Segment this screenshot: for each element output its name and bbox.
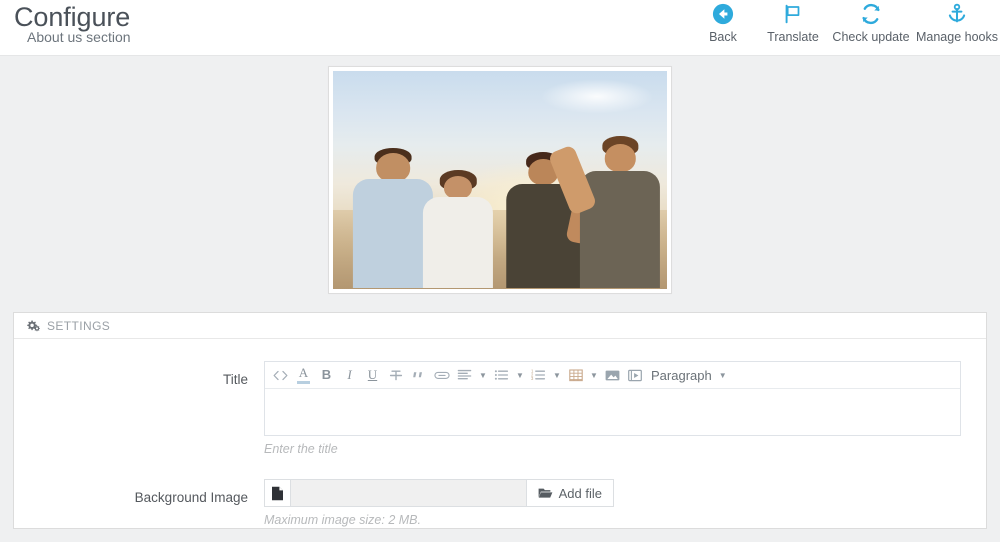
add-file-button[interactable]: Add file [527, 479, 614, 507]
header-titles: Configure About us section [14, 2, 131, 45]
editor-toolbar: A B I U [265, 362, 960, 389]
add-file-button-label: Add file [559, 486, 602, 501]
insert-video-icon[interactable] [624, 364, 647, 387]
unordered-list-dropdown-caret-icon[interactable]: ▼ [513, 364, 527, 387]
page-subtitle: About us section [27, 29, 131, 45]
title-field-label: Title [14, 361, 264, 388]
toolbar-button-manage-hooks[interactable]: Manage hooks [914, 0, 1000, 44]
photo-cloud [540, 79, 654, 114]
unordered-list-icon[interactable] [490, 364, 513, 387]
settings-panel-header: SETTINGS [14, 313, 986, 339]
folder-open-icon [538, 487, 553, 499]
header-toolbar: Back Translate Check update [688, 0, 1000, 44]
settings-panel: SETTINGS Title [13, 312, 987, 529]
toolbar-button-back[interactable]: Back [688, 0, 758, 44]
paragraph-dropdown-caret-icon[interactable]: ▼ [716, 364, 730, 387]
page-title: Configure [14, 2, 131, 32]
background-image-file-input[interactable] [290, 479, 527, 507]
page-header: Configure About us section Back Translat… [0, 0, 1000, 56]
strikethrough-icon[interactable] [384, 364, 407, 387]
text-color-icon[interactable]: A [292, 364, 315, 387]
anchor-icon [914, 1, 1000, 27]
bold-icon[interactable]: B [315, 364, 338, 387]
hero-image-frame [328, 66, 672, 294]
form-row-title: Title A [14, 361, 986, 457]
toolbar-label-manage-hooks: Manage hooks [914, 30, 1000, 44]
toolbar-label-check-update: Check update [828, 30, 914, 44]
toolbar-button-translate[interactable]: Translate [758, 0, 828, 44]
background-image-label: Background Image [14, 479, 264, 506]
source-code-icon[interactable] [269, 364, 292, 387]
cogs-icon [26, 320, 40, 332]
settings-panel-body: Title A [14, 339, 986, 528]
blockquote-icon[interactable] [407, 364, 430, 387]
table-dropdown-caret-icon[interactable]: ▼ [587, 364, 601, 387]
title-editor-content[interactable] [265, 389, 960, 435]
hero-image-area [0, 56, 1000, 303]
refresh-sync-icon [828, 1, 914, 27]
photo-person [353, 145, 433, 289]
paragraph-format-dropdown[interactable]: Paragraph [647, 364, 716, 387]
background-image-file-group: Add file [264, 479, 614, 507]
align-icon[interactable] [453, 364, 476, 387]
title-field-wrapper: A B I U [264, 361, 986, 457]
svg-text:3: 3 [531, 376, 534, 381]
background-image-field-wrapper: Add file Maximum image size: 2 MB. [264, 479, 986, 528]
ordered-list-icon[interactable]: 1 2 3 [527, 364, 550, 387]
back-circle-arrow-left-icon [688, 1, 758, 27]
settings-panel-title: SETTINGS [47, 319, 110, 333]
ordered-list-dropdown-caret-icon[interactable]: ▼ [550, 364, 564, 387]
align-dropdown-caret-icon[interactable]: ▼ [476, 364, 490, 387]
photo-person [423, 166, 493, 288]
underline-icon[interactable]: U [361, 364, 384, 387]
toolbar-label-translate: Translate [758, 30, 828, 44]
about-us-preview-image [333, 71, 667, 289]
photo-person [580, 132, 660, 289]
toolbar-button-check-update[interactable]: Check update [828, 0, 914, 44]
italic-icon[interactable]: I [338, 364, 361, 387]
background-image-hint: Maximum image size: 2 MB. [264, 513, 961, 528]
insert-image-icon[interactable] [601, 364, 624, 387]
link-icon[interactable] [430, 364, 453, 387]
title-field-hint: Enter the title [264, 442, 961, 457]
rich-text-editor[interactable]: A B I U [264, 361, 961, 436]
form-row-background-image: Background Image [14, 479, 986, 528]
flag-icon [758, 1, 828, 27]
table-icon[interactable] [564, 364, 587, 387]
file-document-icon [264, 479, 290, 507]
toolbar-label-back: Back [688, 30, 758, 44]
